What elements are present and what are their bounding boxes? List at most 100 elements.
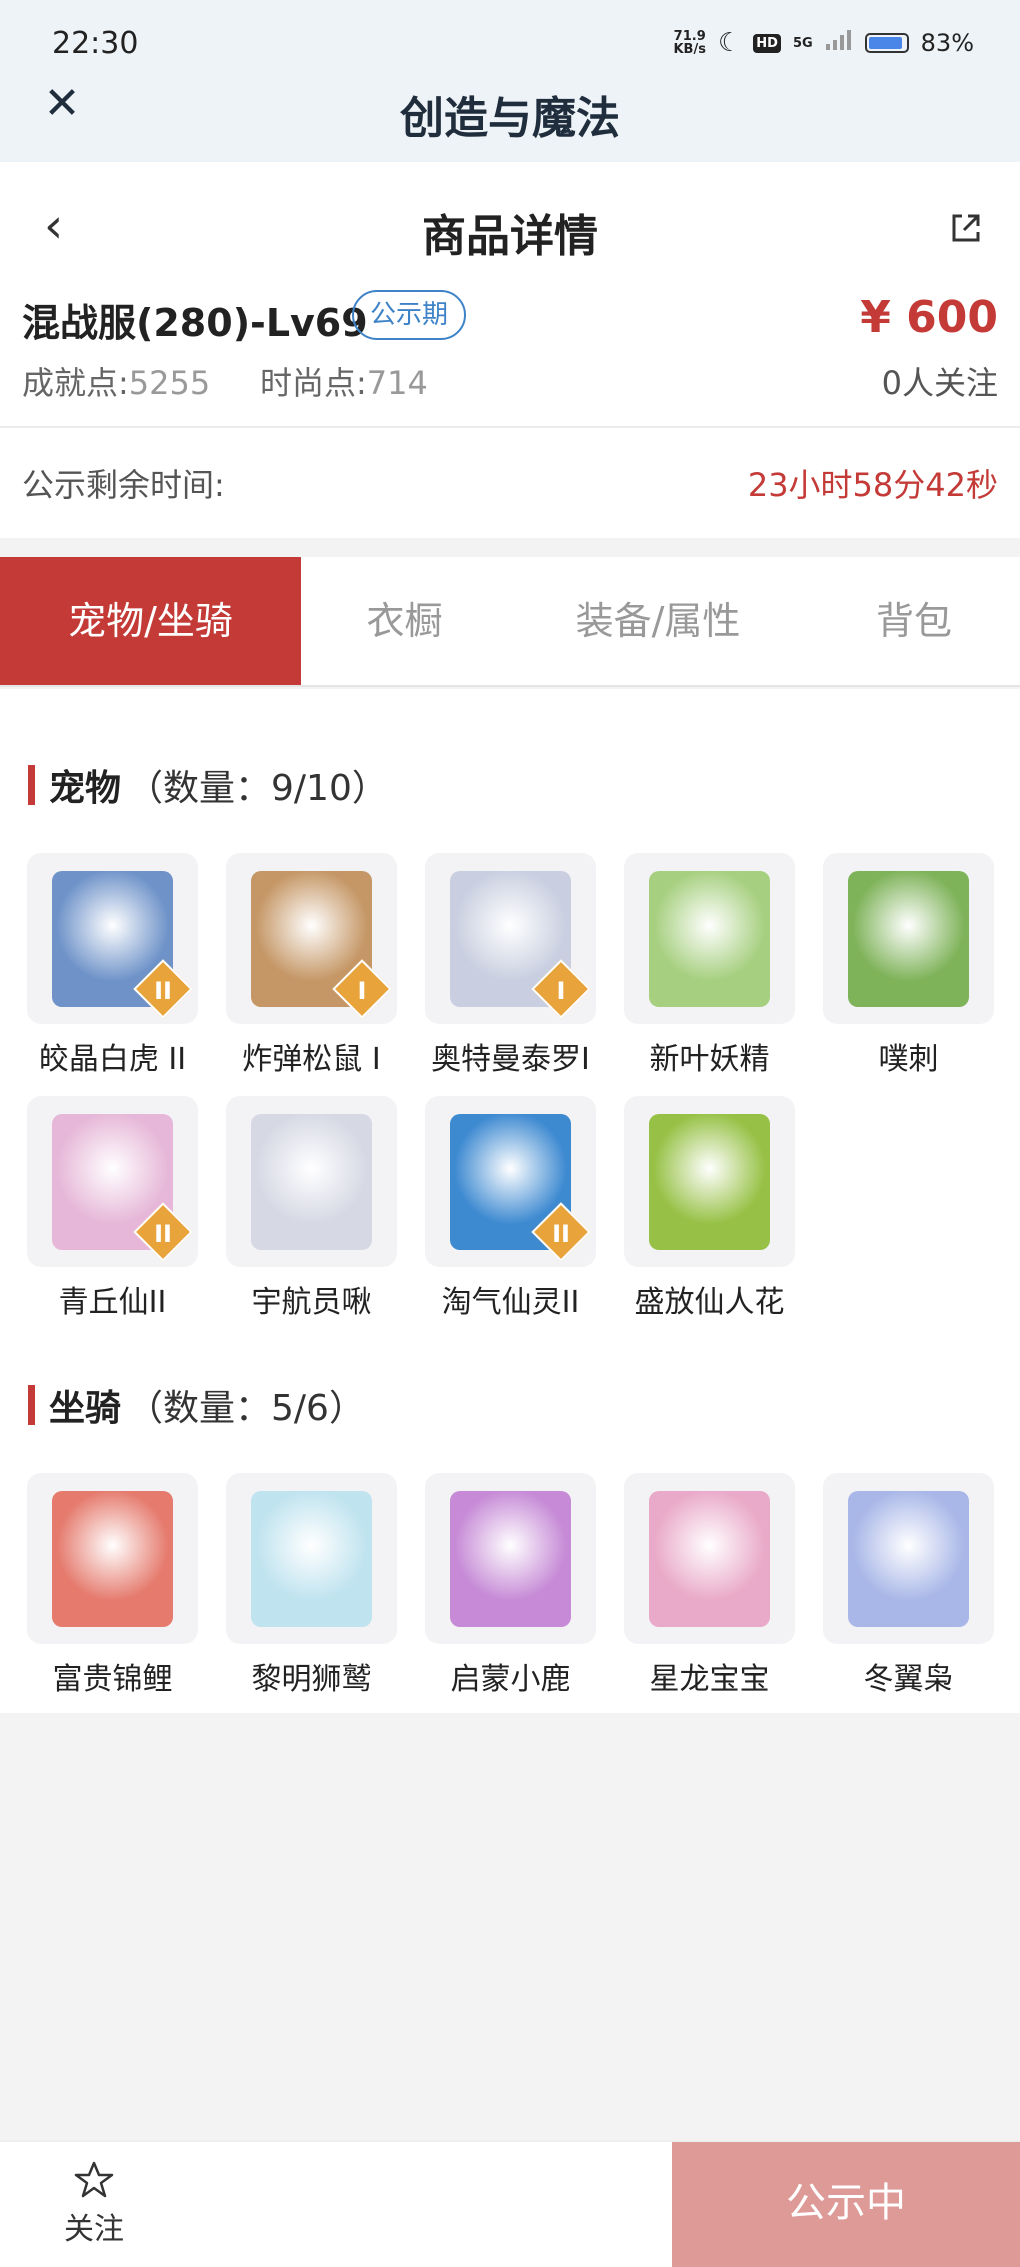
follow-button[interactable]: 关注: [52, 2160, 136, 2248]
pet-image: [649, 871, 770, 1007]
tier-label: II: [154, 1220, 172, 1248]
pet-thumbnail: [823, 853, 994, 1024]
tier-label: II: [154, 977, 172, 1005]
follow-label: 关注: [64, 2212, 124, 2247]
divider: [0, 426, 1020, 428]
pet-image: [848, 871, 969, 1007]
page-title: 商品详情: [422, 211, 598, 262]
tab-bar: 宠物/坐骑 衣橱 装备/属性 背包: [0, 557, 1020, 687]
pet-item[interactable]: II 皎晶白虎 II: [27, 853, 198, 1077]
pet-item[interactable]: 宇航员啾: [226, 1096, 397, 1320]
mount-thumbnail: [27, 1473, 198, 1644]
pet-image: [649, 1114, 770, 1250]
pets-section-title: 宠物 （数量：9/10）: [28, 759, 388, 811]
achievement-points: 成就点:5255: [22, 358, 210, 404]
tab-backpack[interactable]: 背包: [808, 557, 1020, 685]
pet-item[interactable]: I 奥特曼泰罗I: [425, 853, 596, 1077]
server-name: 混战服(280)-Lv69: [22, 301, 368, 345]
pet-item[interactable]: 噗刺: [823, 853, 994, 1077]
pet-name: 宇航员啾: [251, 1285, 372, 1320]
pet-item[interactable]: 盛放仙人花: [624, 1096, 795, 1320]
mount-item[interactable]: 黎明狮鹫: [226, 1473, 397, 1697]
pet-name: 皎晶白虎 II: [38, 1042, 187, 1077]
status-bar: 22:30 71.9 KB/s ☾ HD 5G 83%: [0, 0, 1020, 62]
tier-label: II: [552, 1220, 570, 1248]
pet-name: 盛放仙人花: [634, 1285, 785, 1320]
mount-item[interactable]: 富贵锦鲤: [27, 1473, 198, 1697]
pet-thumbnail: II: [27, 1096, 198, 1267]
battery-fill: [868, 37, 902, 49]
star-icon: [74, 2161, 114, 2198]
mount-thumbnail: [425, 1473, 596, 1644]
fashion-points: 时尚点:714: [260, 358, 428, 404]
pets-count: （数量：9/10）: [127, 768, 388, 809]
mount-item[interactable]: 星龙宝宝: [624, 1473, 795, 1697]
mount-thumbnail: [823, 1473, 994, 1644]
app-header: ✕ 创造与魔法: [0, 62, 1020, 162]
signal-icon: [825, 29, 853, 57]
pet-item[interactable]: II 淘气仙灵II: [425, 1096, 596, 1320]
pet-thumbnail: [226, 1096, 397, 1267]
public-status-button[interactable]: 公示中: [672, 2142, 1020, 2267]
pets-title: 宠物: [49, 768, 122, 809]
pet-item[interactable]: 新叶妖精: [624, 853, 795, 1077]
pet-name: 淘气仙灵II: [441, 1285, 580, 1320]
mount-image: [52, 1491, 173, 1627]
net-speed-unit: KB/s: [673, 42, 706, 57]
mount-name: 启蒙小鹿: [450, 1662, 571, 1697]
tab-equipment-attributes[interactable]: 装备/属性: [508, 557, 808, 685]
pets-grid: II 皎晶白虎 II I 炸弹松鼠 I I 奥特曼泰罗I 新叶妖精 噗刺 II 青丘仙II 宇航员啾…: [27, 853, 994, 1320]
mount-name: 冬翼枭: [863, 1662, 954, 1697]
pet-thumbnail: I: [226, 853, 397, 1024]
pet-name: 奥特曼泰罗I: [431, 1042, 590, 1077]
pet-item[interactable]: II 青丘仙II: [27, 1096, 198, 1320]
mount-image: [848, 1491, 969, 1627]
net-speed: 71.9 KB/s: [673, 30, 705, 56]
mount-item[interactable]: 启蒙小鹿: [425, 1473, 596, 1697]
app-title: 创造与魔法: [400, 93, 620, 144]
mount-name: 星龙宝宝: [649, 1662, 770, 1697]
mount-item[interactable]: 冬翼枭: [823, 1473, 994, 1697]
remaining-time-value: 23小时58分42秒: [747, 466, 998, 504]
product-detail-card: ‹ 商品详情 混战服(280)-Lv69 公示期 ¥ 600 成就点:5255 …: [0, 162, 1020, 538]
mounts-grid: 富贵锦鲤 黎明狮鹫 启蒙小鹿 星龙宝宝 冬翼枭: [27, 1473, 994, 1697]
status-icons: 71.9 KB/s ☾ HD 5G 83%: [673, 28, 974, 58]
follower-count: 0人关注: [881, 364, 998, 402]
pet-thumbnail: [624, 1096, 795, 1267]
mount-name: 富贵锦鲤: [52, 1662, 173, 1697]
pets-mounts-content: 宠物 （数量：9/10） II 皎晶白虎 II I 炸弹松鼠 I I 奥特曼泰罗I 新叶妖精…: [0, 689, 1020, 1713]
pet-name: 新叶妖精: [649, 1042, 770, 1077]
moon-icon: ☾: [717, 28, 742, 58]
section-accent-bar: [28, 765, 35, 805]
hd-badge: HD: [753, 33, 781, 53]
status-badge: 公示期: [352, 290, 467, 340]
battery-icon: [864, 33, 909, 53]
pet-name: 炸弹松鼠 I: [242, 1042, 381, 1077]
price: ¥ 600: [860, 292, 998, 343]
battery-percent: 83%: [920, 29, 974, 57]
fashion-value: 714: [366, 364, 428, 402]
tab-pets-mounts[interactable]: 宠物/坐骑: [0, 557, 301, 685]
tab-wardrobe[interactable]: 衣橱: [301, 557, 508, 685]
remaining-time-label: 公示剩余时间:: [22, 466, 225, 504]
bottom-action-bar: 关注 公示中: [0, 2140, 1020, 2267]
mount-image: [251, 1491, 372, 1627]
mounts-section-title: 坐骑 （数量：5/6）: [28, 1379, 365, 1431]
fashion-label: 时尚点:: [260, 364, 367, 402]
mounts-count: （数量：5/6）: [127, 1388, 365, 1429]
external-link-icon[interactable]: [948, 210, 984, 246]
mount-thumbnail: [226, 1473, 397, 1644]
mount-thumbnail: [624, 1473, 795, 1644]
network-type: 5G: [792, 35, 813, 51]
pet-image: [251, 1114, 372, 1250]
status-time: 22:30: [52, 26, 139, 61]
pet-item[interactable]: I 炸弹松鼠 I: [226, 853, 397, 1077]
pet-name: 噗刺: [878, 1042, 939, 1077]
achievement-label: 成就点:: [22, 364, 129, 402]
mount-image: [450, 1491, 571, 1627]
section-accent-bar: [28, 1385, 35, 1425]
tier-label: I: [357, 977, 367, 1005]
pet-thumbnail: I: [425, 853, 596, 1024]
mounts-title: 坐骑: [49, 1388, 122, 1429]
pet-name: 青丘仙II: [58, 1285, 167, 1320]
